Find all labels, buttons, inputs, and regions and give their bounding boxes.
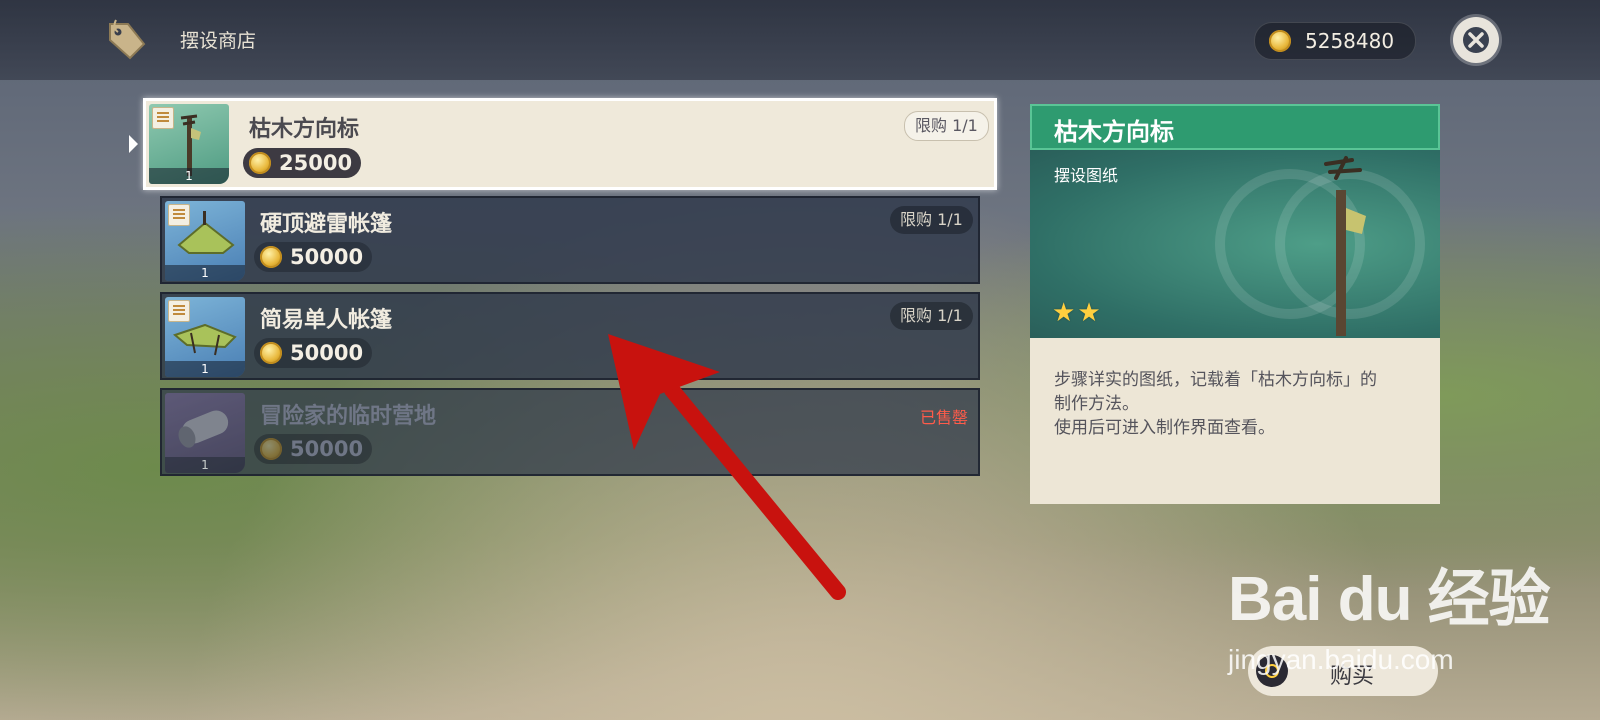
watermark-brand: Bai du 经验	[1228, 565, 1551, 634]
watermark-url: jingyan.baidu.com	[1228, 644, 1454, 675]
watermark: Bai du 经验 jingyan.baidu.com	[1228, 548, 1551, 675]
